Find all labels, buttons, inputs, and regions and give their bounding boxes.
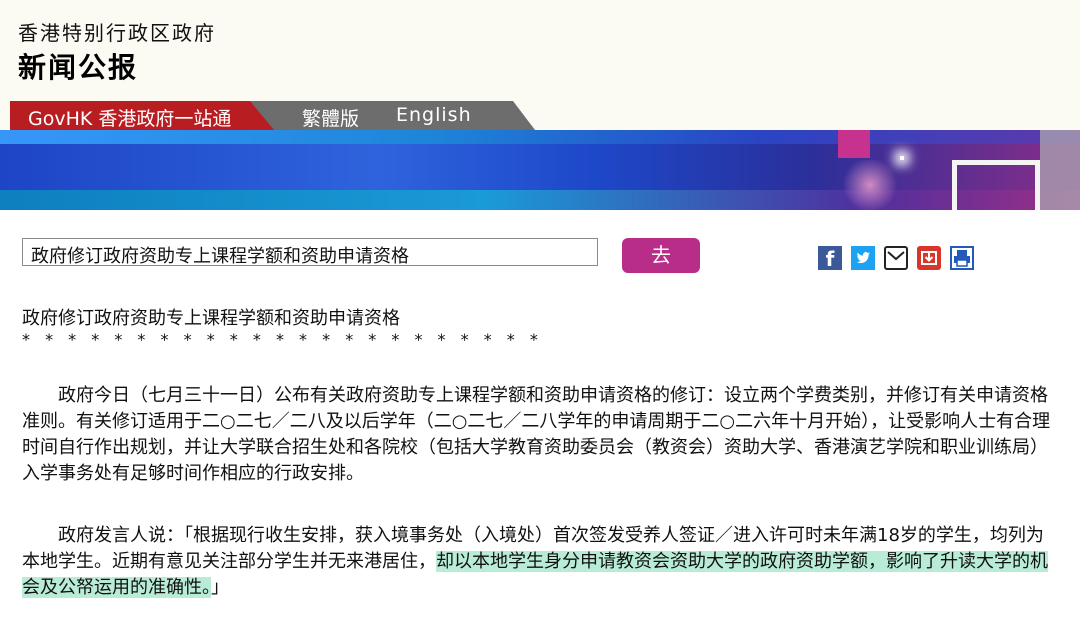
govhk-link[interactable]: GovHK 香港政府一站通 <box>10 101 280 130</box>
decorative-banner <box>0 130 1080 210</box>
go-button[interactable]: 去 <box>622 238 700 273</box>
traditional-chinese-link[interactable]: 繁體版 <box>302 104 359 130</box>
download-icon[interactable] <box>917 246 941 270</box>
title-divider: * * * * * * * * * * * * * * * * * * * * … <box>22 330 543 349</box>
top-nav: GovHK 香港政府一站通 繁體版 English <box>0 101 1080 130</box>
language-switcher: 繁體版 English <box>250 101 535 130</box>
closing-quote: 」 <box>211 577 229 598</box>
email-icon[interactable] <box>884 246 908 270</box>
press-release-title: 新闻公报 <box>18 51 139 84</box>
english-link[interactable]: English <box>396 104 472 126</box>
government-name: 香港特别行政区政府 <box>18 21 216 45</box>
article-title: 政府修订政府资助专上课程学额和资助申请资格 <box>22 308 400 329</box>
article-paragraph-2: 政府发言人说：「根据现行收生安排，获入境事务处（入境处）首次签发受养人签证／进入… <box>22 523 1058 601</box>
press-release-select[interactable]: 政府修订政府资助专上课程学额和资助申请资格 ⌄ <box>22 238 598 267</box>
twitter-icon[interactable] <box>851 246 875 270</box>
print-icon[interactable] <box>950 246 974 270</box>
chevron-down-icon: ⌄ <box>31 243 43 259</box>
facebook-icon[interactable]: f <box>818 246 842 271</box>
page-header: 香港特别行政区政府 新闻公报 GovHK 香港政府一站通 繁體版 English <box>0 0 1080 130</box>
article-paragraph-1: 政府今日（七月三十一日）公布有关政府资助专上课程学额和资助申请资格的修订：设立两… <box>22 385 1051 484</box>
govhk-label: GovHK 香港政府一站通 <box>28 108 232 130</box>
